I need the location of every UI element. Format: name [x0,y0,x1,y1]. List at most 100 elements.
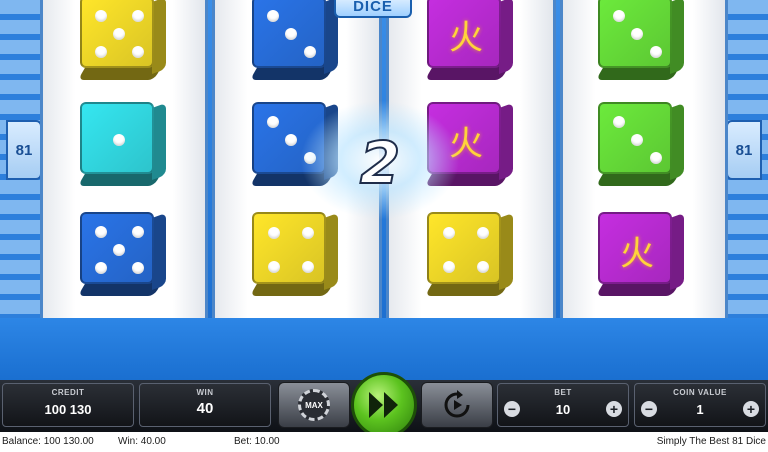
die-pip [267,227,280,240]
win-multiplier-indicator: 2 [359,128,401,198]
credit-label: CREDIT [51,388,85,397]
die-magenta-fire: 火 [424,0,513,80]
game-stage: 81 81 火火火 DICE 2 CREDIT 100 130 WIN 40 M… [0,0,768,452]
die-pip [477,260,490,273]
autoplay-icon [444,390,470,418]
die-yellow-four [424,212,513,296]
die-green-three [595,102,684,186]
die-bottom-face [77,66,162,80]
die-pip [631,134,643,146]
die-side-face [152,102,166,180]
die-pip [131,46,144,58]
die-pip [612,10,625,22]
bet-display: BET 10 − + [497,383,629,427]
die-side-face [670,102,684,180]
die-bottom-face [424,282,509,296]
die-pip [631,28,643,40]
bet-increase-button[interactable]: + [606,401,622,417]
die-pip [649,152,662,164]
die-cyan-one [77,102,166,186]
die-yellow-five [77,0,166,80]
die-yellow-four [249,212,338,296]
coin-value-decrease-button[interactable]: − [641,401,657,417]
die-side-face [499,212,513,290]
status-win: Win: 40.00 [118,436,166,447]
status-game-name: Simply The Best 81 Dice [656,436,766,447]
die-five-icon [80,212,154,284]
fire-glyph: 火 [620,233,654,274]
win-display: WIN 40 [139,383,271,427]
fast-forward-icon [369,392,398,418]
die-pip [113,244,125,256]
max-bet-button[interactable]: MAX [278,382,350,428]
die-bottom-face [249,66,334,80]
die-side-face [152,0,166,74]
left-side-panel: 81 [0,0,42,330]
status-bar: Balance: 100 130.00 Win: 40.00 Bet: 10.0… [0,432,768,452]
game-title-tag: DICE [334,0,412,18]
die-bottom-face [77,282,162,296]
die-four-icon [252,212,326,284]
coin-value-label: COIN VALUE [673,388,727,397]
die-bottom-face [77,172,162,186]
die-pip [285,134,297,146]
win-label: WIN [196,388,214,397]
credit-value: 100 130 [44,402,92,417]
fire-glyph-icon: 火 [598,212,672,284]
die-pip [94,46,107,58]
die-side-face [324,212,338,290]
die-pip [303,46,316,58]
spin-button[interactable] [351,372,417,438]
die-pip [302,260,315,273]
ways-badge-right: 81 [726,120,762,180]
die-pip [442,260,455,273]
die-blue-three [249,0,338,80]
bottom-band [0,318,768,380]
bet-decrease-button[interactable]: − [504,401,520,417]
die-pip [94,226,107,238]
die-bottom-face [595,66,680,80]
autoplay-button[interactable] [421,382,493,428]
max-bet-chip-icon: MAX [298,389,330,421]
die-four-icon [427,212,501,284]
die-three-icon [252,0,326,68]
bet-label: BET [554,388,572,397]
die-pip [612,116,625,128]
die-pip [113,134,125,146]
status-balance: Balance: 100 130.00 [2,436,94,447]
die-pip [302,227,315,240]
die-pip [285,28,297,40]
die-pip [477,227,490,240]
die-pip [131,226,144,238]
die-pip [442,227,455,240]
win-value: 40 [196,400,214,417]
status-bet: Bet: 10.00 [234,436,280,447]
die-pip [94,10,107,22]
die-pip [267,260,280,273]
die-side-face [152,212,166,290]
fire-glyph: 火 [449,17,483,58]
die-one-icon [80,102,154,174]
die-green-three [595,0,684,80]
die-pip [266,10,279,22]
ways-badge-left: 81 [6,120,42,180]
coin-value-display: COIN VALUE 1 − + [634,383,766,427]
die-pip [649,46,662,58]
die-bottom-face [249,282,334,296]
right-side-panel: 81 [726,0,768,330]
die-three-icon [598,102,672,174]
die-pip [94,262,107,274]
die-magenta-fire: 火 [595,212,684,296]
die-three-icon [598,0,672,68]
fire-glyph-icon: 火 [427,0,501,68]
die-blue-five [77,212,166,296]
die-bottom-face [595,172,680,186]
die-side-face [670,0,684,74]
die-pip [113,28,125,40]
die-five-icon [80,0,154,68]
die-pip [131,10,144,22]
credit-display: CREDIT 100 130 [2,383,134,427]
die-pip [266,116,279,128]
coin-value-increase-button[interactable]: + [743,401,759,417]
die-pip [131,262,144,274]
